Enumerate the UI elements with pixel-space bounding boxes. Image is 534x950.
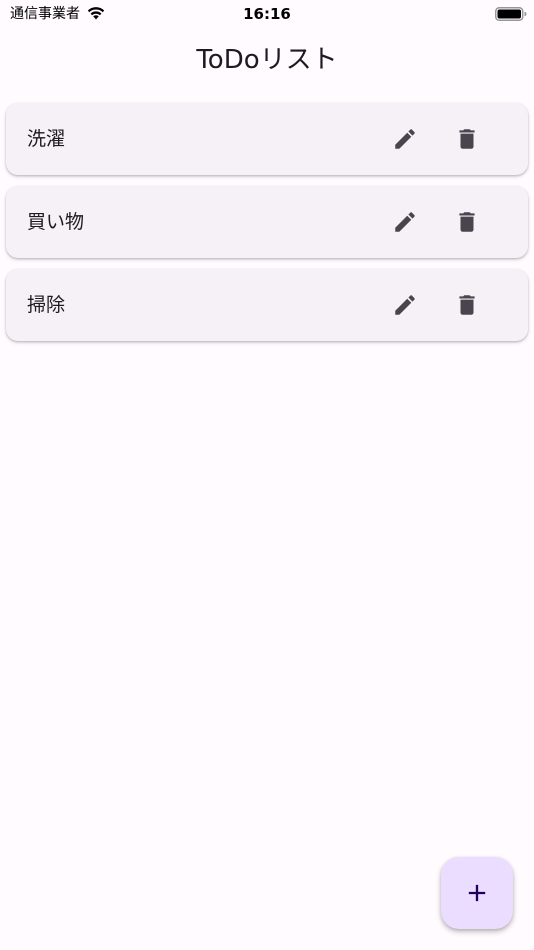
edit-button[interactable] [381, 281, 429, 329]
delete-button[interactable] [443, 198, 491, 246]
pencil-icon [395, 212, 415, 232]
todo-item[interactable]: 掃除 [6, 269, 528, 341]
status-time: 16:16 [243, 5, 291, 23]
trash-icon [459, 212, 475, 232]
battery-icon [495, 6, 527, 21]
pencil-icon [395, 129, 415, 149]
todo-item[interactable]: 洗濯 [6, 103, 528, 175]
delete-button[interactable] [443, 115, 491, 163]
add-todo-button[interactable] [441, 857, 513, 929]
todo-title: 洗濯 [27, 128, 66, 150]
status-bar: 通信事業者 16:16 [0, 0, 534, 30]
todo-list: 洗濯 買い物 掃除 [6, 103, 528, 352]
trash-icon [459, 295, 475, 315]
todo-title: 買い物 [27, 211, 85, 233]
todo-item[interactable]: 買い物 [6, 186, 528, 258]
app-bar: ToDoリスト [0, 30, 534, 94]
page-title: ToDoリスト [196, 45, 338, 75]
edit-button[interactable] [381, 198, 429, 246]
plus-icon [468, 884, 486, 902]
edit-button[interactable] [381, 115, 429, 163]
delete-button[interactable] [443, 281, 491, 329]
trash-icon [459, 129, 475, 149]
pencil-icon [395, 295, 415, 315]
todo-title: 掃除 [27, 294, 66, 316]
